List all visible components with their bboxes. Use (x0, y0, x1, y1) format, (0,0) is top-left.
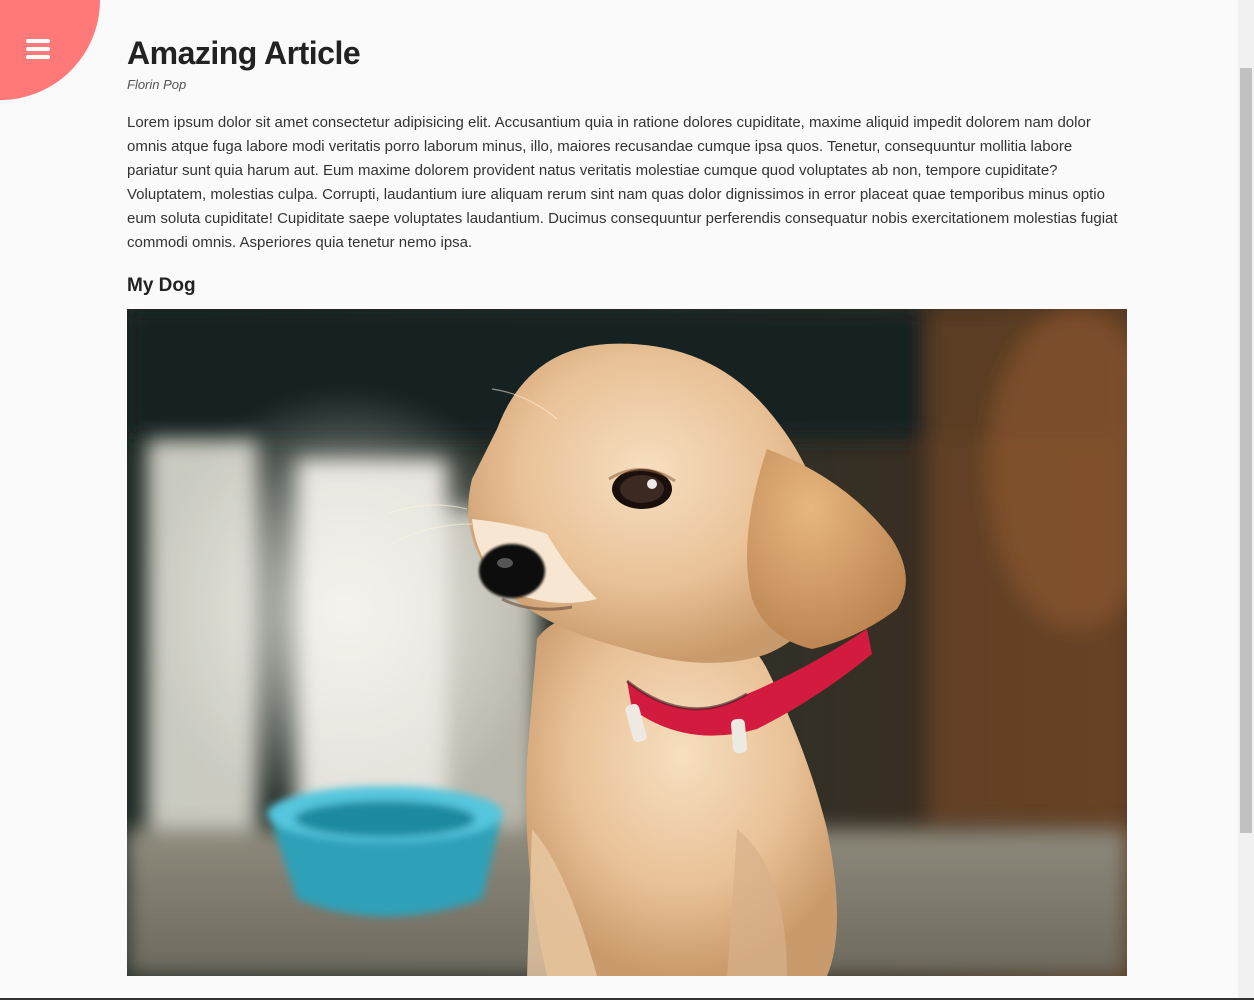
menu-icon-bar (26, 47, 50, 51)
hamburger-menu-icon[interactable] (26, 39, 50, 59)
dog-photo (127, 309, 1127, 976)
menu-icon-bar (26, 55, 50, 59)
scrollbar-thumb[interactable] (1240, 68, 1252, 833)
article-title: Amazing Article (127, 35, 361, 71)
article-container: Amazing Article Florin Pop Lorem ipsum d… (127, 0, 1127, 299)
menu-icon-bar (26, 39, 50, 43)
article-author: Florin Pop (127, 77, 187, 92)
page-viewport: Amazing Article Florin Pop Lorem ipsum d… (0, 0, 1254, 1000)
article-body: Lorem ipsum dolor sit amet consectetur a… (127, 114, 1118, 251)
menu-button[interactable] (0, 0, 100, 100)
puppy-image (127, 309, 1127, 976)
section-heading: My Dog (127, 275, 196, 296)
vertical-scrollbar[interactable] (1238, 0, 1254, 1000)
